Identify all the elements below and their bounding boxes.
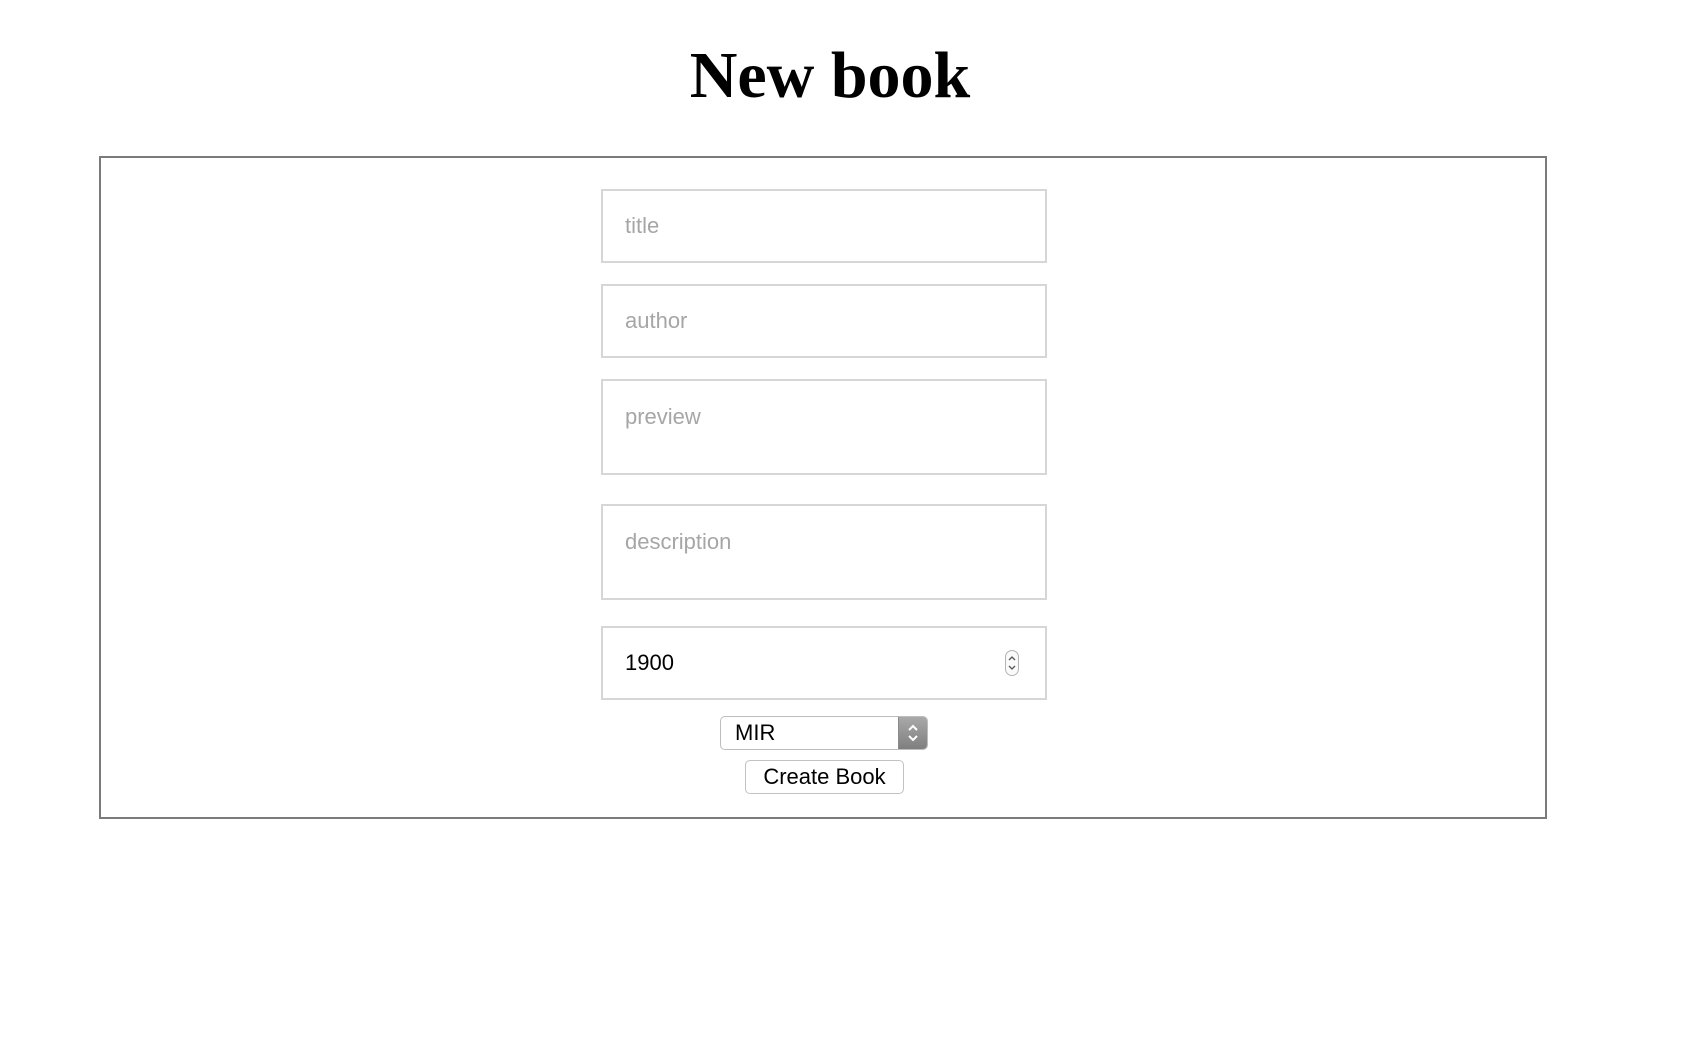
number-stepper-icon[interactable] (1005, 650, 1019, 676)
year-value: 1900 (625, 650, 674, 675)
page-title: New book (689, 39, 971, 112)
preview-textarea[interactable] (601, 379, 1047, 475)
title-input[interactable] (601, 189, 1047, 263)
create-book-button[interactable]: Create Book (745, 760, 904, 794)
description-textarea[interactable] (601, 504, 1047, 600)
publisher-select-value: MIR (735, 720, 776, 745)
year-number-input[interactable]: 1900 (601, 626, 1047, 700)
select-chevrons-icon (898, 717, 927, 749)
author-input[interactable] (601, 284, 1047, 358)
publisher-select[interactable]: MIR (720, 716, 928, 750)
